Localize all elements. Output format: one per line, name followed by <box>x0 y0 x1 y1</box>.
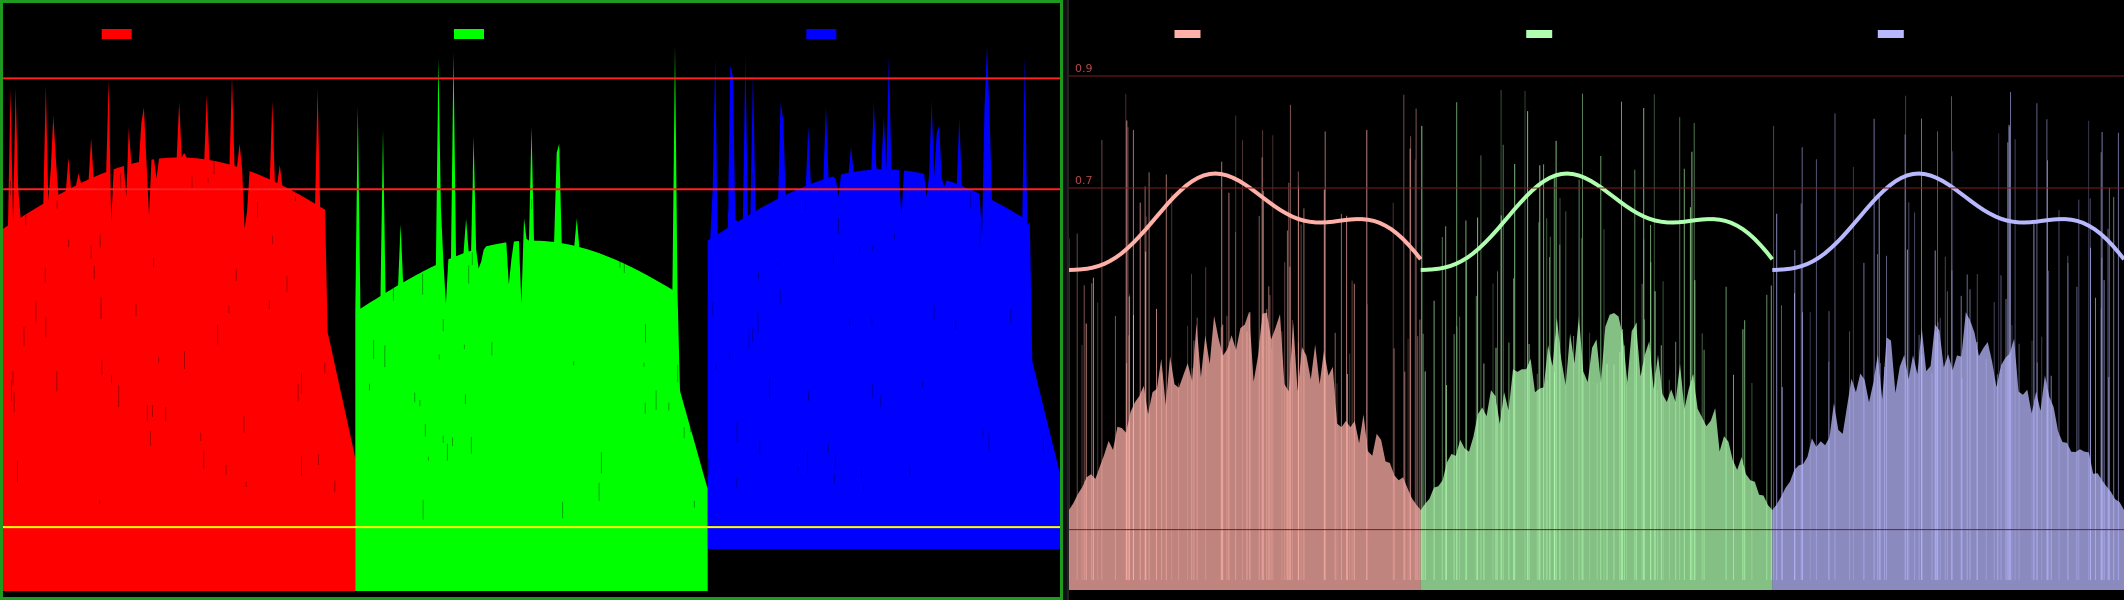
rgb-parade-scopes: 0.9 0.7 <box>0 0 2124 600</box>
blue-channel-trace <box>1772 30 2124 590</box>
green-channel-trace <box>1420 30 1774 590</box>
red-channel-trace <box>3 29 356 591</box>
rgb-parade-filled-panel[interactable] <box>0 0 1063 600</box>
green-channel-trace <box>355 29 708 591</box>
level-label-0-9: 0.9 <box>1075 62 1093 75</box>
right-scope-canvas <box>1069 30 2124 590</box>
rgb-parade-waveform-panel[interactable]: 0.9 0.7 <box>1067 0 2124 600</box>
red-channel-trace <box>1069 30 1423 590</box>
level-label-0-7: 0.7 <box>1075 174 1093 187</box>
blue-channel-trace <box>707 29 1060 550</box>
left-scope-canvas <box>3 29 1060 591</box>
